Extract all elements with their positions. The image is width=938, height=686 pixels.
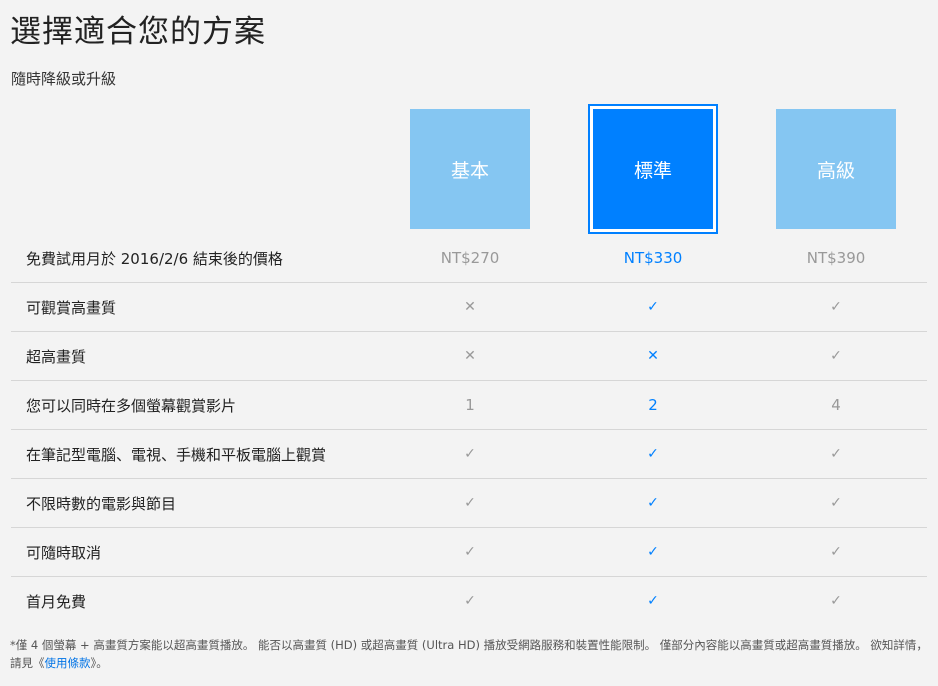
check-icon: ✓ (830, 299, 842, 315)
plan-premium-label: 高級 (816, 159, 855, 182)
check-icon: ✓ (830, 495, 842, 511)
check-icon: ✓ (464, 544, 476, 560)
cross-icon: ✕ (464, 299, 476, 315)
footnote-text: *僅 4 個螢幕 + 高畫質方案能以超高畫質播放。 能否以高畫質 (HD) 或超… (10, 638, 928, 670)
check-icon: ✓ (647, 495, 659, 511)
row-label: 不限時數的電影與節目 (26, 495, 177, 513)
cell-premium: 4 (831, 396, 841, 414)
check-icon: ✓ (647, 593, 659, 609)
plan-premium-button[interactable]: 高級 (776, 109, 896, 229)
table-row-price: 免費試用月於 2016/2/6 結束後的價格 NT$270 NT$330 NT$… (11, 234, 927, 283)
cell-basic: NT$270 (440, 249, 500, 267)
plan-comparison-table: 免費試用月於 2016/2/6 結束後的價格 NT$270 NT$330 NT$… (11, 234, 927, 625)
cross-icon: ✕ (464, 348, 476, 364)
row-label: 可觀賞高畫質 (26, 299, 117, 317)
plan-selection-page: 選擇適合您的方案 隨時降級或升級 基本 標準 高級 免費試用月於 2016/2/… (0, 0, 938, 686)
check-icon: ✓ (464, 495, 476, 511)
plan-basic-label: 基本 (450, 159, 489, 182)
row-label: 可隨時取消 (26, 544, 102, 562)
footnote: *僅 4 個螢幕 + 高畫質方案能以超高畫質播放。 能否以高畫質 (HD) 或超… (10, 636, 930, 672)
plan-basic-button[interactable]: 基本 (410, 109, 530, 229)
row-label: 超高畫質 (26, 348, 87, 366)
cell-standard: NT$330 (623, 249, 683, 267)
cell-premium: NT$390 (806, 249, 866, 267)
cross-icon: ✕ (647, 348, 659, 364)
table-row-ultra-hd: 超高畫質 ✕ ✕ ✓ (11, 332, 927, 381)
table-row-hd: 可觀賞高畫質 ✕ ✓ ✓ (11, 283, 927, 332)
check-icon: ✓ (464, 593, 476, 609)
row-label: 首月免費 (26, 593, 87, 611)
table-row-unlimited: 不限時數的電影與節目 ✓ ✓ ✓ (11, 479, 927, 528)
table-row-first-month: 首月免費 ✓ ✓ ✓ (11, 577, 927, 625)
cell-standard: 2 (648, 396, 658, 414)
check-icon: ✓ (830, 544, 842, 560)
check-icon: ✓ (464, 446, 476, 462)
plan-standard-button[interactable]: 標準 (593, 109, 713, 229)
terms-of-use-link[interactable]: 使用條款 (45, 656, 91, 670)
table-row-devices: 在筆記型電腦、電視、手機和平板電腦上觀賞 ✓ ✓ ✓ (11, 430, 927, 479)
row-label: 免費試用月於 2016/2/6 結束後的價格 (26, 250, 283, 268)
check-icon: ✓ (830, 593, 842, 609)
row-label: 在筆記型電腦、電視、手機和平板電腦上觀賞 (26, 446, 327, 464)
cell-basic: 1 (465, 396, 475, 414)
table-row-cancel: 可隨時取消 ✓ ✓ ✓ (11, 528, 927, 577)
check-icon: ✓ (647, 446, 659, 462)
row-label: 您可以同時在多個螢幕觀賞影片 (26, 397, 237, 415)
page-title: 選擇適合您的方案 (10, 14, 266, 50)
plan-standard-label: 標準 (633, 159, 672, 182)
page-subtitle: 隨時降級或升級 (11, 70, 117, 88)
check-icon: ✓ (830, 348, 842, 364)
check-icon: ✓ (830, 446, 842, 462)
check-icon: ✓ (647, 544, 659, 560)
check-icon: ✓ (647, 299, 659, 315)
footnote-end: 》。 (90, 656, 108, 670)
table-row-screens: 您可以同時在多個螢幕觀賞影片 1 2 4 (11, 381, 927, 430)
